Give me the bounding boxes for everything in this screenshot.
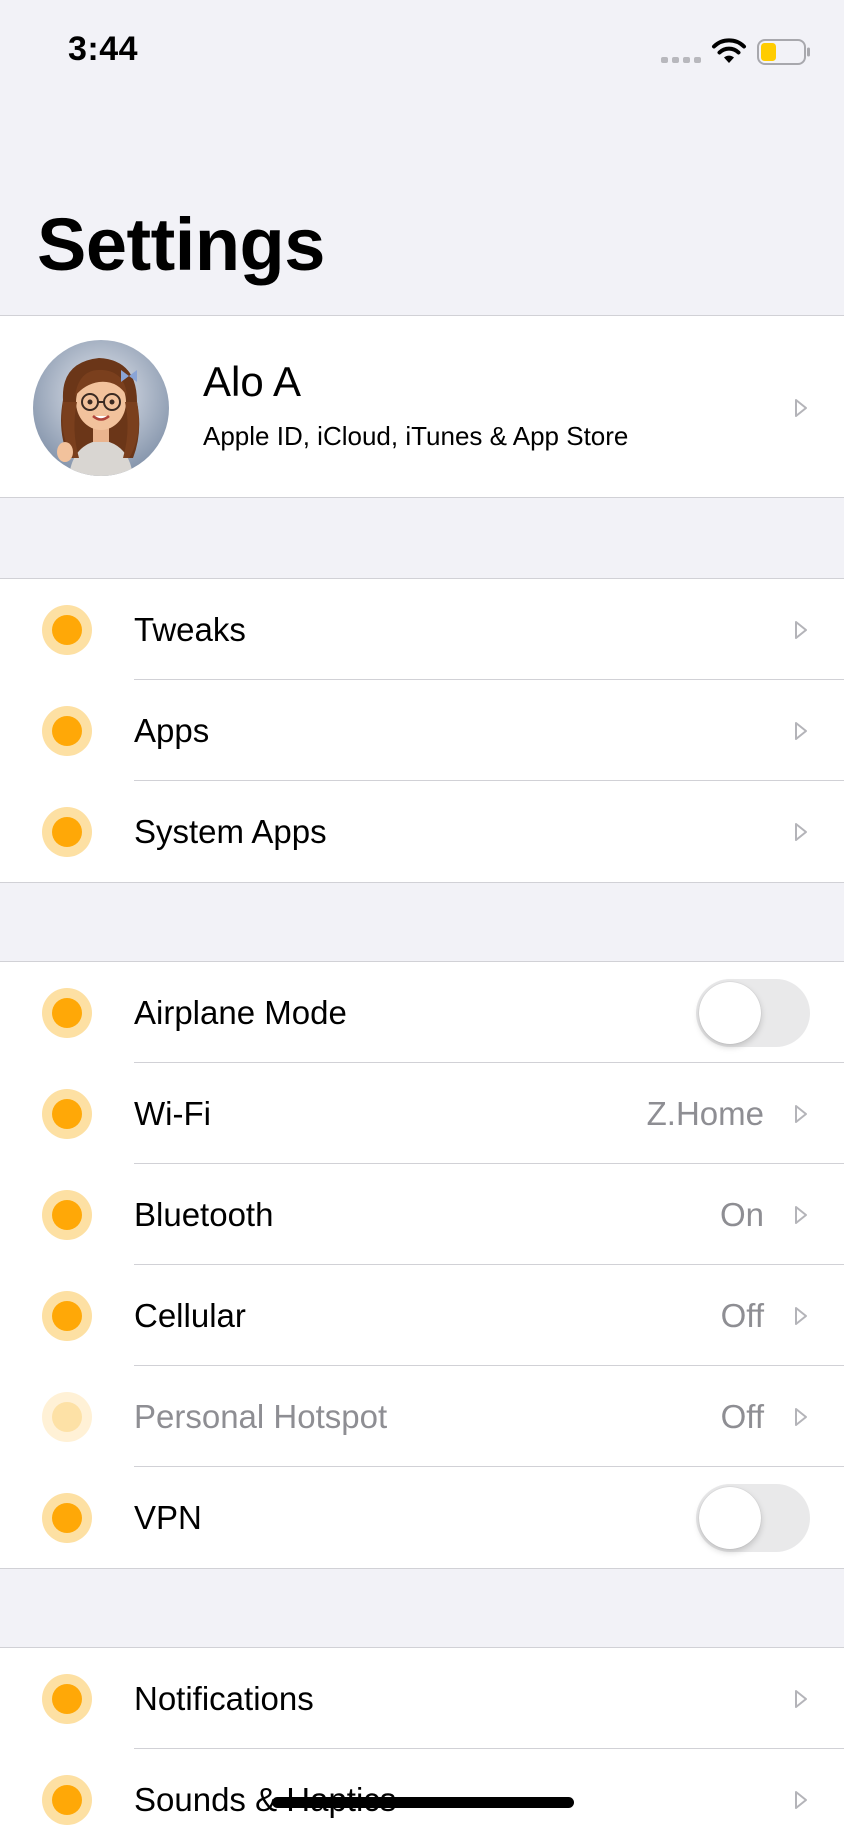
row-vpn: VPN [0,1467,844,1568]
row-wifi[interactable]: Wi-Fi Z.Home [0,1063,844,1164]
page-title: Settings [37,203,325,286]
tweaks-icon [42,605,92,655]
row-value: Off [720,1297,764,1334]
row-label: Airplane Mode [134,994,347,1031]
status-bar: 3:44 [0,0,844,100]
row-tweaks[interactable]: Tweaks [0,579,844,680]
row-label: Cellular [134,1297,246,1334]
airplane-mode-icon [42,988,92,1038]
row-notifications[interactable]: Notifications [0,1648,844,1749]
row-label: System Apps [134,813,327,850]
profile-name: Alo A [203,358,302,405]
group-connectivity: Airplane Mode Wi-Fi Z.Home Bluetooth On … [0,961,844,1569]
avatar [33,340,169,476]
apps-icon [42,706,92,756]
row-cellular[interactable]: Cellular Off [0,1265,844,1366]
vpn-icon [42,1493,92,1543]
chevron-right-icon [795,1105,807,1123]
bluetooth-icon [42,1190,92,1240]
chevron-right-icon [795,399,807,417]
battery-icon [757,39,810,65]
row-label: Apps [134,712,210,749]
row-label: Wi-Fi [134,1095,211,1132]
wifi-settings-icon [42,1089,92,1139]
system-apps-icon [42,807,92,857]
row-personal-hotspot[interactable]: Personal Hotspot Off [0,1366,844,1467]
row-bluetooth[interactable]: Bluetooth On [0,1164,844,1265]
row-label: Bluetooth [134,1196,274,1233]
row-label: Personal Hotspot [134,1398,388,1435]
cellular-icon [42,1291,92,1341]
settings-screen: 3:44 Settings Alo A Apple ID, iCloud, iT… [0,0,844,1828]
row-system-apps[interactable]: System Apps [0,781,844,882]
apple-id-profile-row[interactable]: Alo A Apple ID, iCloud, iTunes & App Sto… [0,315,844,498]
chevron-right-icon [795,1791,807,1809]
home-indicator[interactable] [272,1797,574,1808]
group-tweaks: Tweaks Apps System Apps [0,578,844,883]
personal-hotspot-icon [42,1392,92,1442]
chevron-right-icon [795,1690,807,1708]
chevron-right-icon [795,1206,807,1224]
notifications-icon [42,1674,92,1724]
signal-dots-icon [661,57,701,63]
row-label: VPN [134,1499,202,1536]
row-airplane-mode: Airplane Mode [0,962,844,1063]
chevron-right-icon [795,823,807,841]
chevron-right-icon [795,722,807,740]
row-sounds-haptics[interactable]: Sounds & Haptics [0,1749,844,1828]
status-time: 3:44 [68,30,139,68]
row-value: Z.Home [646,1095,764,1132]
row-label: Tweaks [134,611,246,648]
vpn-toggle[interactable] [696,1484,810,1552]
chevron-right-icon [795,1408,807,1426]
chevron-right-icon [795,621,807,639]
wifi-icon [712,38,746,63]
row-value: On [719,1196,764,1233]
row-value: Off [720,1398,764,1435]
row-apps[interactable]: Apps [0,680,844,781]
chevron-right-icon [795,1307,807,1325]
sounds-haptics-icon [42,1775,92,1825]
row-label: Notifications [134,1680,314,1717]
profile-subtitle: Apple ID, iCloud, iTunes & App Store [203,421,629,451]
airplane-mode-toggle[interactable] [696,979,810,1047]
